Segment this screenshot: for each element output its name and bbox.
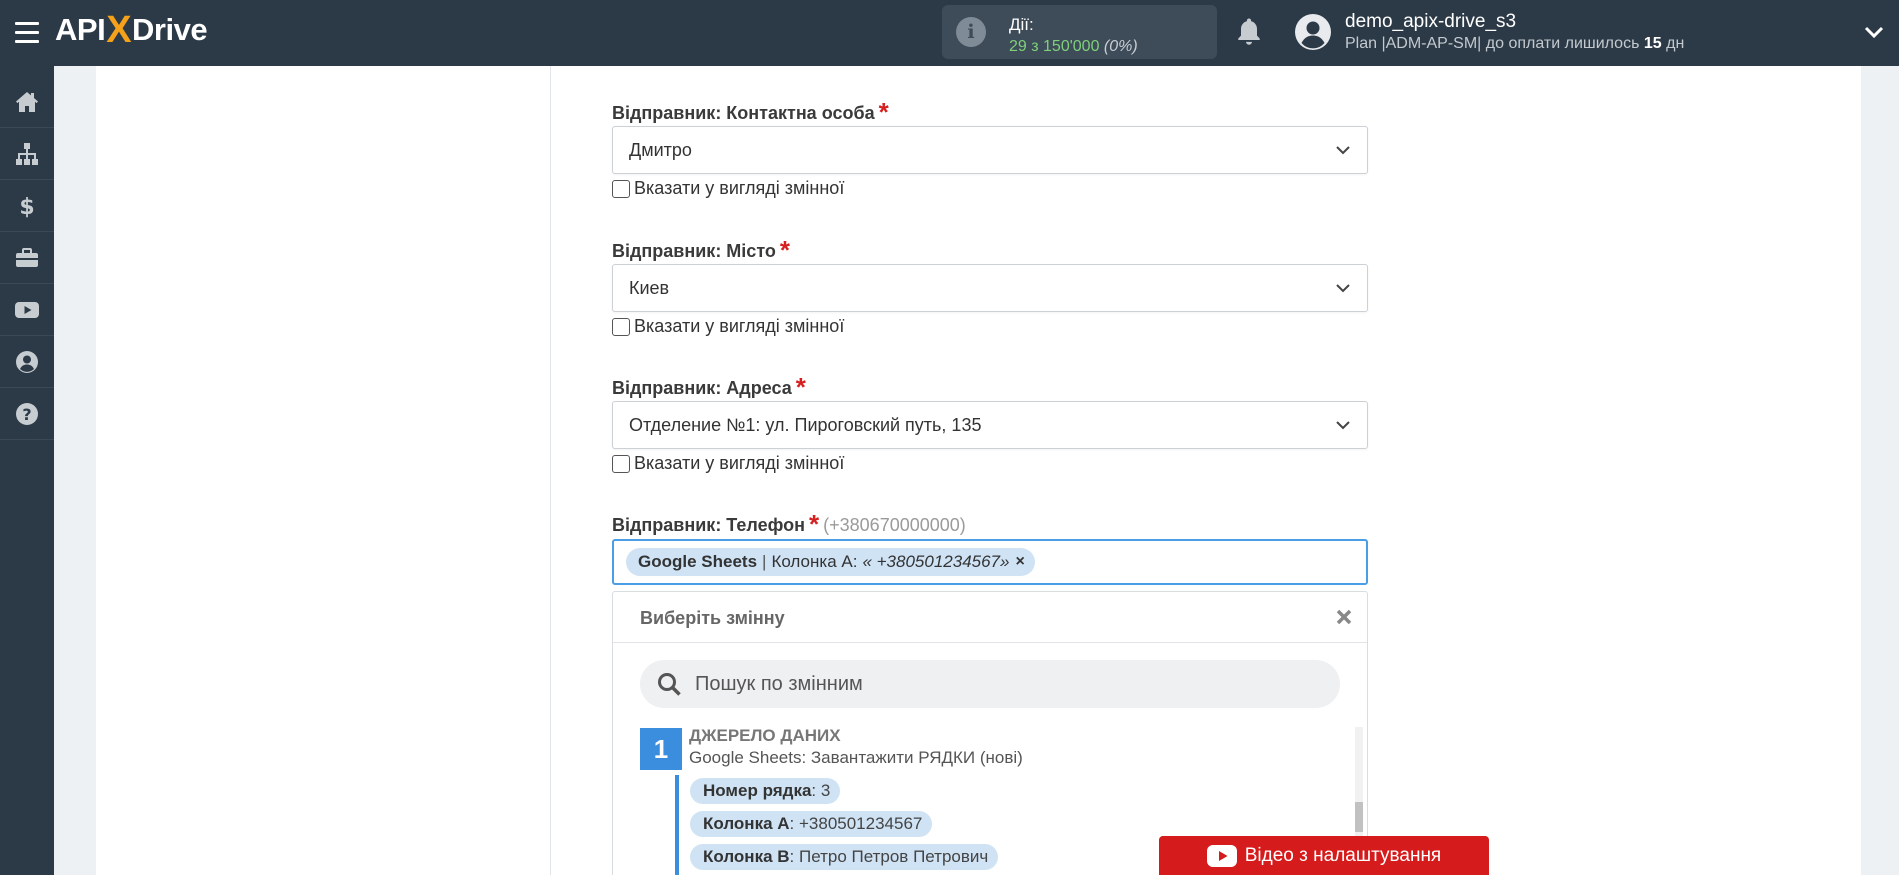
youtube-icon[interactable]	[0, 284, 54, 336]
tag-remove-icon[interactable]: ×	[1015, 553, 1024, 571]
contact-select[interactable]: Дмитро	[612, 126, 1368, 174]
user-plan: Plan |ADM-AP-SM| до оплати лишилось 15 д…	[1345, 35, 1684, 53]
address-label: Відправник: Адреса *	[612, 370, 806, 402]
scrollbar-thumb[interactable]	[1355, 802, 1363, 832]
source-title: ДЖЕРЕЛО ДАНИХ	[689, 726, 841, 745]
city-variable-label: Вказати у вигляді змінної	[634, 316, 845, 336]
avatar-icon[interactable]	[1294, 13, 1332, 51]
source-number-badge: 1	[640, 728, 682, 770]
variable-dropdown: Виберіть змінну 1 ДЖЕРЕЛО ДАНИХ Google S…	[612, 591, 1368, 875]
source-subtitle: Google Sheets: Завантажити РЯДКИ (нові)	[689, 748, 1023, 767]
city-variable-checkbox[interactable]	[612, 317, 630, 336]
menu-icon[interactable]	[15, 22, 39, 44]
contact-value: Дмитро	[629, 140, 692, 160]
dropdown-header: Виберіть змінну	[613, 592, 1367, 643]
top-bar: API X Drive i Дії: 29 з 150'000 (0%) demo_…	[0, 0, 1899, 66]
tag-field: Колонка А:	[771, 552, 858, 571]
address-select[interactable]: Отделение №1: ул. Пироговский путь, 135	[612, 401, 1368, 449]
sitemap-icon[interactable]	[0, 128, 54, 180]
plan-prefix: Plan |ADM-AP-SM| до оплати лишилось	[1345, 35, 1644, 52]
variable-value: : Петро Петров Петрович	[789, 847, 989, 866]
contact-variable-label: Вказати у вигляді змінної	[634, 178, 845, 198]
required-mark: *	[795, 372, 806, 402]
svg-text:$: $	[19, 195, 34, 219]
actions-count: 29 з 150'000	[1009, 38, 1100, 55]
phone-variable-input[interactable]: Google Sheets | Колонка А: « +3805012345…	[612, 539, 1368, 585]
required-mark: *	[779, 235, 791, 265]
video-tutorial-button[interactable]: Відео з налаштування	[1159, 836, 1489, 875]
address-variable-checkbox[interactable]	[612, 454, 630, 473]
logo[interactable]: API X Drive	[55, 8, 208, 51]
variable-search-input[interactable]	[695, 660, 1315, 708]
help-icon[interactable]: ?	[0, 388, 54, 440]
phone-label-text: Відправник: Телефон	[612, 515, 806, 535]
contact-variable-checkbox[interactable]	[612, 179, 630, 198]
variable-search	[640, 660, 1340, 708]
variable-value: : +380501234567	[789, 814, 923, 833]
logo-text-right: Drive	[132, 12, 208, 47]
home-icon[interactable]	[0, 76, 54, 128]
required-mark: *	[809, 509, 820, 539]
plan-suffix: дн	[1661, 35, 1685, 52]
actions-percent: (0%)	[1103, 38, 1138, 55]
contact-label-text: Відправник: Контактна особа	[612, 103, 875, 123]
address-variable-toggle[interactable]: Вказати у вигляді змінної	[612, 453, 844, 474]
left-panel	[96, 66, 550, 875]
tag-separator: |	[762, 552, 767, 571]
user-name[interactable]: demo_apix-drive_s3	[1345, 11, 1516, 33]
variable-item[interactable]: Номер рядка: 3	[690, 778, 841, 804]
actions-counter: i Дії: 29 з 150'000 (0%)	[942, 5, 1217, 59]
city-select[interactable]: Киев	[612, 264, 1368, 312]
svg-text:?: ?	[22, 405, 31, 424]
selected-variable-tag[interactable]: Google Sheets | Колонка А: « +3805012345…	[626, 548, 1035, 576]
logo-x: X	[106, 8, 132, 51]
chevron-down-icon	[1336, 146, 1350, 155]
city-value: Киев	[629, 278, 670, 298]
variable-item[interactable]: Колонка А: +380501234567	[690, 811, 933, 837]
contact-variable-toggle[interactable]: Вказати у вигляді змінної	[612, 178, 844, 199]
variable-name: Номер рядка	[703, 781, 812, 800]
search-icon	[658, 673, 681, 696]
sidebar: $ ?	[0, 66, 54, 875]
dollar-icon[interactable]: $	[0, 180, 54, 232]
plan-days: 15	[1643, 35, 1662, 52]
city-label-text: Відправник: Місто	[612, 241, 776, 261]
address-value: Отделение №1: ул. Пироговский путь, 135	[629, 415, 982, 435]
variable-name: Колонка B	[703, 847, 790, 866]
logo-text-left: API	[55, 12, 106, 47]
briefcase-icon[interactable]	[0, 232, 54, 284]
chevron-down-icon	[1336, 421, 1350, 430]
required-mark: *	[878, 97, 889, 127]
youtube-icon	[1206, 844, 1237, 867]
variable-value: : 3	[811, 781, 831, 800]
chevron-down-icon[interactable]	[1863, 22, 1885, 42]
phone-label: Відправник: Телефон * (+380670000000)	[612, 507, 966, 539]
dropdown-title: Виберіть змінну	[640, 608, 785, 628]
close-icon[interactable]	[1331, 604, 1357, 630]
actions-label: Дії:	[1009, 15, 1034, 34]
video-button-label: Відео з налаштування	[1244, 844, 1442, 866]
tag-source: Google Sheets	[638, 552, 758, 571]
tag-value: « +380501234567»	[862, 552, 1010, 571]
city-variable-toggle[interactable]: Вказати у вигляді змінної	[612, 316, 844, 337]
bell-icon[interactable]	[1234, 16, 1264, 48]
chevron-down-icon	[1336, 284, 1350, 293]
source-bar	[675, 775, 679, 875]
info-icon[interactable]: i	[956, 17, 986, 47]
address-label-text: Відправник: Адреса	[612, 378, 792, 398]
phone-hint: (+380670000000)	[823, 515, 966, 535]
variable-name: Колонка А	[703, 814, 790, 833]
user-icon[interactable]	[0, 336, 54, 388]
variable-item[interactable]: Колонка B: Петро Петров Петрович	[690, 844, 999, 870]
contact-label: Відправник: Контактна особа *	[612, 95, 889, 127]
address-variable-label: Вказати у вигляді змінної	[634, 453, 845, 473]
actions-value: 29 з 150'000 (0%)	[1009, 38, 1138, 56]
city-label: Відправник: Місто *	[612, 233, 791, 265]
